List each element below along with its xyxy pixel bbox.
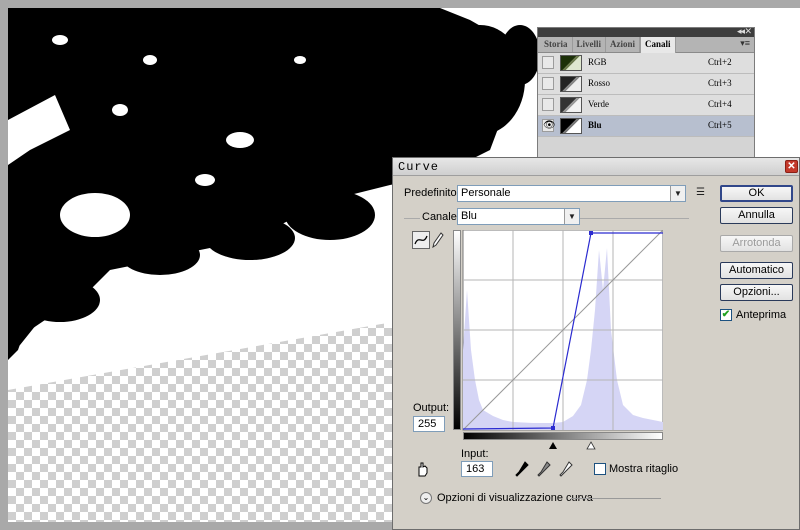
visibility-toggle[interactable] <box>542 77 554 90</box>
channel-dropdown[interactable]: Blu ▼ <box>457 208 580 225</box>
pencil-icon[interactable] <box>432 232 444 249</box>
cancel-button[interactable]: Annulla <box>720 207 793 224</box>
panel-menu-icon[interactable]: ▾≡ <box>740 38 750 49</box>
chevron-down-icon: ▼ <box>564 209 579 224</box>
black-eyedropper-icon[interactable] <box>515 461 529 477</box>
visibility-toggle[interactable] <box>542 56 554 69</box>
output-field[interactable]: 255 <box>413 416 445 432</box>
tab-azioni[interactable]: Azioni <box>606 37 641 52</box>
channel-thumbnail <box>560 76 582 92</box>
channel-value: Blu <box>461 210 477 222</box>
input-sliders[interactable] <box>463 441 663 451</box>
dialog-title-bar[interactable]: Curve ✕ <box>393 158 799 176</box>
channel-shortcut: Ctrl+5 <box>708 120 732 130</box>
panel-title-bar[interactable]: ◂◂ ✕ <box>538 26 754 37</box>
preset-label: Predefinito: <box>404 187 460 199</box>
channel-thumbnail <box>560 97 582 113</box>
show-clipping-label: Mostra ritaglio <box>609 463 679 475</box>
input-field[interactable]: 163 <box>461 461 493 477</box>
display-options-label[interactable]: Opzioni di visualizzazione curva <box>437 492 593 504</box>
curves-dialog: Curve ✕ Predefinito: Personale ▼ ☰ Canal… <box>392 157 800 530</box>
channels-panel: ◂◂ ✕ Storia Livelli Azioni Canali ▾≡ RGB… <box>537 26 755 160</box>
gray-eyedropper-icon[interactable] <box>537 461 551 477</box>
channel-row-verde[interactable]: Verde Ctrl+4 <box>538 95 754 116</box>
channel-shortcut: Ctrl+2 <box>708 57 732 67</box>
channel-label: Canale: <box>420 211 462 223</box>
visibility-toggle[interactable] <box>542 98 554 111</box>
white-point-slider <box>586 441 596 450</box>
close-icon[interactable]: ✕ <box>744 26 752 37</box>
curve-tool-icon[interactable] <box>412 231 430 249</box>
channel-thumbnail <box>560 118 582 134</box>
preset-value: Personale <box>461 187 511 199</box>
panel-tabs: Storia Livelli Azioni Canali ▾≡ <box>538 37 754 53</box>
output-label: Output: <box>413 402 450 414</box>
channel-name: Blu <box>588 120 602 130</box>
channel-name: Rosso <box>588 78 611 88</box>
smooth-button: Arrotonda <box>720 235 793 252</box>
preview-checkbox[interactable]: ✔ <box>720 309 732 321</box>
channel-thumbnail <box>560 55 582 71</box>
tab-livelli[interactable]: Livelli <box>573 37 606 52</box>
channel-name: RGB <box>588 57 607 67</box>
preview-label: Anteprima <box>736 309 787 321</box>
eye-icon[interactable]: 👁 <box>542 119 556 132</box>
ok-button[interactable]: OK <box>720 185 793 202</box>
tab-storia[interactable]: Storia <box>540 37 573 52</box>
channel-row-blu[interactable]: 👁 Blu Ctrl+5 <box>538 116 754 137</box>
input-label: Input: <box>461 448 489 460</box>
hand-adjust-icon[interactable] <box>415 461 429 477</box>
display-options-line <box>571 498 661 499</box>
white-eyedropper-icon[interactable] <box>559 461 573 477</box>
collapse-icon[interactable]: ◂◂ <box>737 26 745 37</box>
options-button[interactable]: Opzioni... <box>720 284 793 301</box>
canvas-frame-top <box>0 0 800 8</box>
auto-button[interactable]: Automatico <box>720 262 793 279</box>
channel-row-rosso[interactable]: Rosso Ctrl+3 <box>538 74 754 95</box>
black-point-slider <box>549 442 557 449</box>
expand-chevron-icon[interactable]: ⌄ <box>420 492 432 504</box>
channel-shortcut: Ctrl+3 <box>708 78 732 88</box>
canvas-frame-left <box>0 0 8 530</box>
tab-canali[interactable]: Canali <box>640 37 676 53</box>
chevron-down-icon: ▼ <box>670 186 685 201</box>
preset-options-icon[interactable]: ☰ <box>696 187 705 198</box>
preset-dropdown[interactable]: Personale ▼ <box>457 185 686 202</box>
close-icon[interactable]: ✕ <box>785 160 798 173</box>
channel-name: Verde <box>588 99 609 109</box>
channel-shortcut: Ctrl+4 <box>708 99 732 109</box>
show-clipping-checkbox[interactable] <box>594 463 606 475</box>
input-gradient-bar <box>463 432 663 440</box>
channel-row-rgb[interactable]: RGB Ctrl+2 <box>538 53 754 74</box>
dialog-title: Curve <box>398 160 440 174</box>
curve-graph[interactable] <box>453 230 663 440</box>
